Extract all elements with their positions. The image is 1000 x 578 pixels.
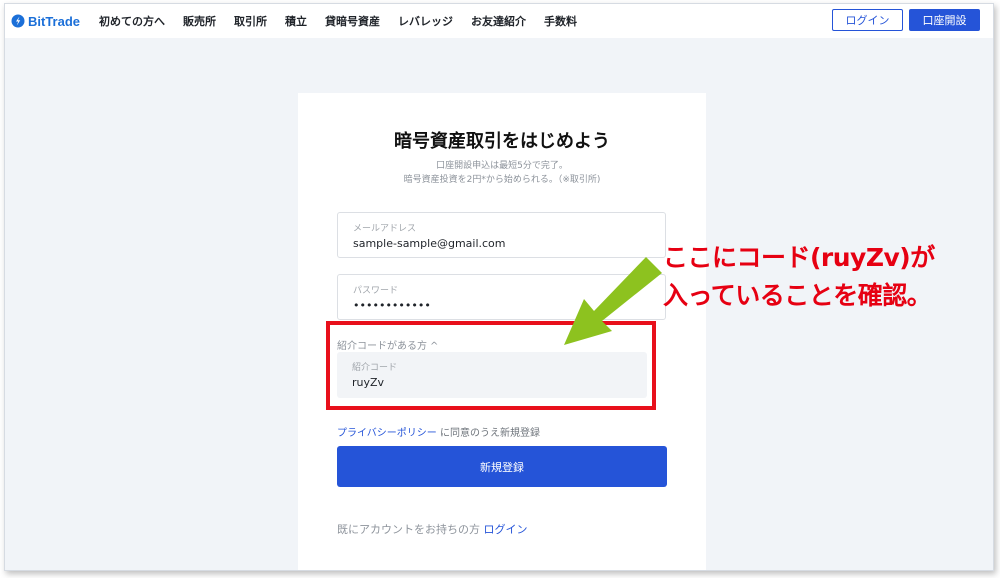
privacy-policy-link[interactable]: プライバシーポリシー [337,428,437,439]
nav-item-sales-office[interactable]: 販売所 [183,13,216,29]
login-button[interactable]: ログイン [832,9,903,31]
email-label: メールアドレス [353,224,417,234]
email-value[interactable]: sample-sample@gmail.com [353,237,506,250]
existing-account-prompt: 既にアカウントをお持ちの方 ログイン [337,521,528,537]
pointer-arrow-icon [564,257,662,345]
privacy-consent: プライバシーポリシー に同意のうえ新規登録 [337,424,540,439]
subtitle-line-1: 口座開設申込は最短5分で完了。 [436,161,568,171]
existing-login-link[interactable]: ログイン [484,523,528,536]
bittrade-logo-icon [11,14,25,28]
nav-item-leverage[interactable]: レバレッジ [398,13,453,29]
nav-item-lending[interactable]: 貸暗号資産 [325,13,380,29]
page-title: 暗号資産取引をはじめよう [394,131,610,152]
subtitle-line-2: 暗号資産投資を2円*から始められる。（※取引所) [403,175,601,185]
password-label: パスワード [353,286,399,296]
email-field[interactable]: メールアドレス sample-sample@gmail.com [337,212,666,258]
existing-account-text: 既にアカウントをお持ちの方 [337,523,484,536]
referral-toggle-label: 紹介コードがある方 [337,341,427,352]
annotation-line-1: ここにコード(ruyZv)が [663,243,935,272]
referral-label: 紹介コード [352,363,398,373]
nav-item-beginners[interactable]: 初めての方へ [99,13,165,29]
nav-item-savings[interactable]: 積立 [285,13,307,29]
open-account-button[interactable]: 口座開設 [909,9,980,31]
referral-code-toggle[interactable]: 紹介コードがある方 ^ [337,337,438,352]
nav-item-fees[interactable]: 手数料 [544,13,577,29]
referral-code-field[interactable]: 紹介コード ruyZv [337,352,647,398]
logo[interactable]: BitTrade [11,14,80,29]
nav-item-referral[interactable]: お友達紹介 [471,13,526,29]
logo-text: BitTrade [28,13,81,29]
page-subtitle: 口座開設申込は最短5分で完了。 暗号資産投資を2円*から始められる。（※取引所) [298,159,706,187]
top-navbar: BitTrade 初めての方へ 販売所 取引所 積立 貸暗号資産 レバレッジ お… [5,4,993,38]
privacy-suffix: に同意のうえ新規登録 [436,428,540,439]
nav-menu: 初めての方へ 販売所 取引所 積立 貸暗号資産 レバレッジ お友達紹介 手数料 [99,13,595,29]
nav-item-exchange[interactable]: 取引所 [234,13,267,29]
register-button[interactable]: 新規登録 [337,446,667,487]
nav-actions: ログイン 口座開設 [832,9,980,31]
password-value[interactable]: •••••••••••• [353,299,431,312]
chevron-up-icon: ^ [430,341,439,352]
annotation-callout: ここにコード(ruyZv)が 入っていることを確認。 [663,239,993,315]
annotation-line-2: 入っていることを確認。 [663,281,932,310]
referral-value[interactable]: ruyZv [352,376,384,389]
